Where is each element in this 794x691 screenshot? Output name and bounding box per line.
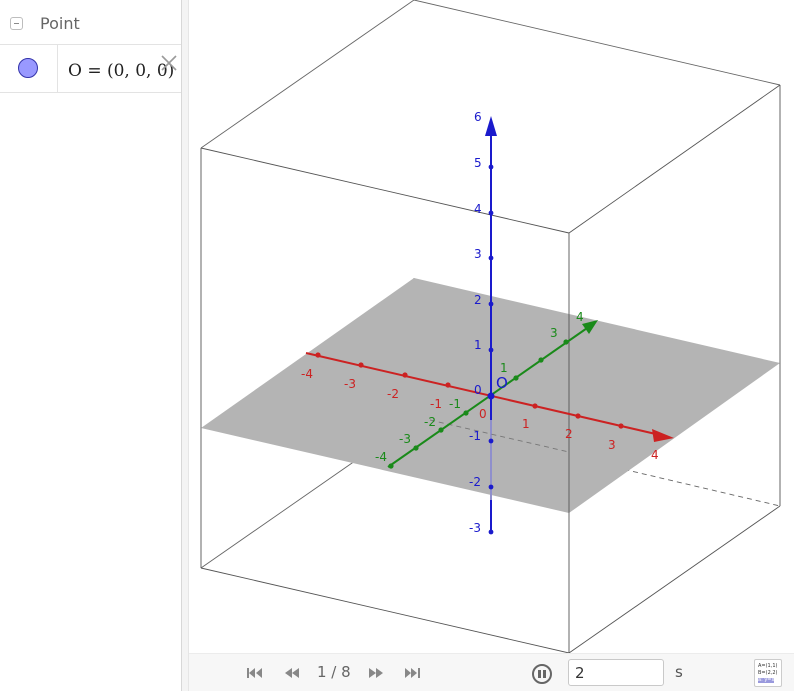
z-tick-label: -3 xyxy=(469,521,481,535)
visibility-toggle-cell[interactable] xyxy=(0,45,58,92)
x-tick-label: 4 xyxy=(651,448,659,462)
z-axis-arrow-icon xyxy=(485,116,497,136)
slide-counter: 1 / 8 xyxy=(317,663,351,681)
algebra-formula[interactable]: O = (0, 0, 0) xyxy=(68,61,174,81)
z-tick-label: 2 xyxy=(474,293,482,307)
z-tick-label: -2 xyxy=(469,475,481,489)
animation-toolbar: 1 / 8 s A=(1,1) B=(2,2) a: y=x xyxy=(189,653,794,691)
visibility-marble-icon[interactable] xyxy=(18,58,38,78)
z-tick-label: -1 xyxy=(469,429,481,443)
y-tick-label: -4 xyxy=(375,450,387,464)
y-tick-label: 3 xyxy=(550,326,558,340)
scene-3d[interactable]: -4 -3 -2 -1 0 1 2 3 4 -4 -3 -2 -1 1 3 4 … xyxy=(189,0,794,653)
algebra-toggle-line: B=(2,2) xyxy=(758,670,778,676)
algebra-item-o[interactable]: O = (0, 0, 0) xyxy=(0,44,181,93)
z-tick-label: 1 xyxy=(474,338,482,352)
pause-button[interactable] xyxy=(532,664,552,684)
x-tick-label: -4 xyxy=(301,367,313,381)
point-o-label: O xyxy=(496,374,508,392)
first-slide-icon[interactable] xyxy=(246,665,264,681)
panel-divider[interactable] xyxy=(181,0,189,691)
x-tick-label: 2 xyxy=(565,427,573,441)
y-tick-label: -1 xyxy=(449,397,461,411)
x-tick-label: 3 xyxy=(608,438,616,452)
y-tick-label: -3 xyxy=(399,432,411,446)
z-tick-label: 6 xyxy=(474,110,482,124)
x-tick-label: -1 xyxy=(430,397,442,411)
x-tick-label: 0 xyxy=(479,407,487,421)
duration-unit-label: s xyxy=(675,663,683,681)
y-tick-label: 4 xyxy=(576,310,584,324)
previous-slide-icon[interactable] xyxy=(283,665,301,681)
x-tick-label: -2 xyxy=(387,387,399,401)
y-tick-label: 1 xyxy=(500,361,508,375)
algebra-toggle-line: a: y=x xyxy=(758,677,775,683)
z-tick-label: 3 xyxy=(474,247,482,261)
group-title: Point xyxy=(40,14,80,33)
group-header: Point xyxy=(0,0,181,44)
x-tick-label: -3 xyxy=(344,377,356,391)
graphics-3d-view[interactable]: -4 -3 -2 -1 0 1 2 3 4 -4 -3 -2 -1 1 3 4 … xyxy=(189,0,794,691)
next-slide-icon[interactable] xyxy=(367,665,385,681)
algebra-view: Point O = (0, 0, 0) xyxy=(0,0,181,691)
slide-duration-input[interactable] xyxy=(568,659,664,686)
y-tick-label: -2 xyxy=(424,415,436,429)
x-tick-label: 1 xyxy=(522,417,530,431)
z-tick-label: 0 xyxy=(474,383,482,397)
z-tick-label: 5 xyxy=(474,156,482,170)
close-icon[interactable] xyxy=(160,54,178,72)
z-tick-label: 4 xyxy=(474,202,482,216)
algebra-toggle-line: A=(1,1) xyxy=(758,663,778,669)
algebra-view-toggle-button[interactable]: A=(1,1) B=(2,2) a: y=x xyxy=(754,659,782,687)
last-slide-icon[interactable] xyxy=(403,665,421,681)
point-o[interactable] xyxy=(487,392,495,400)
collapse-group-button[interactable] xyxy=(10,17,23,30)
